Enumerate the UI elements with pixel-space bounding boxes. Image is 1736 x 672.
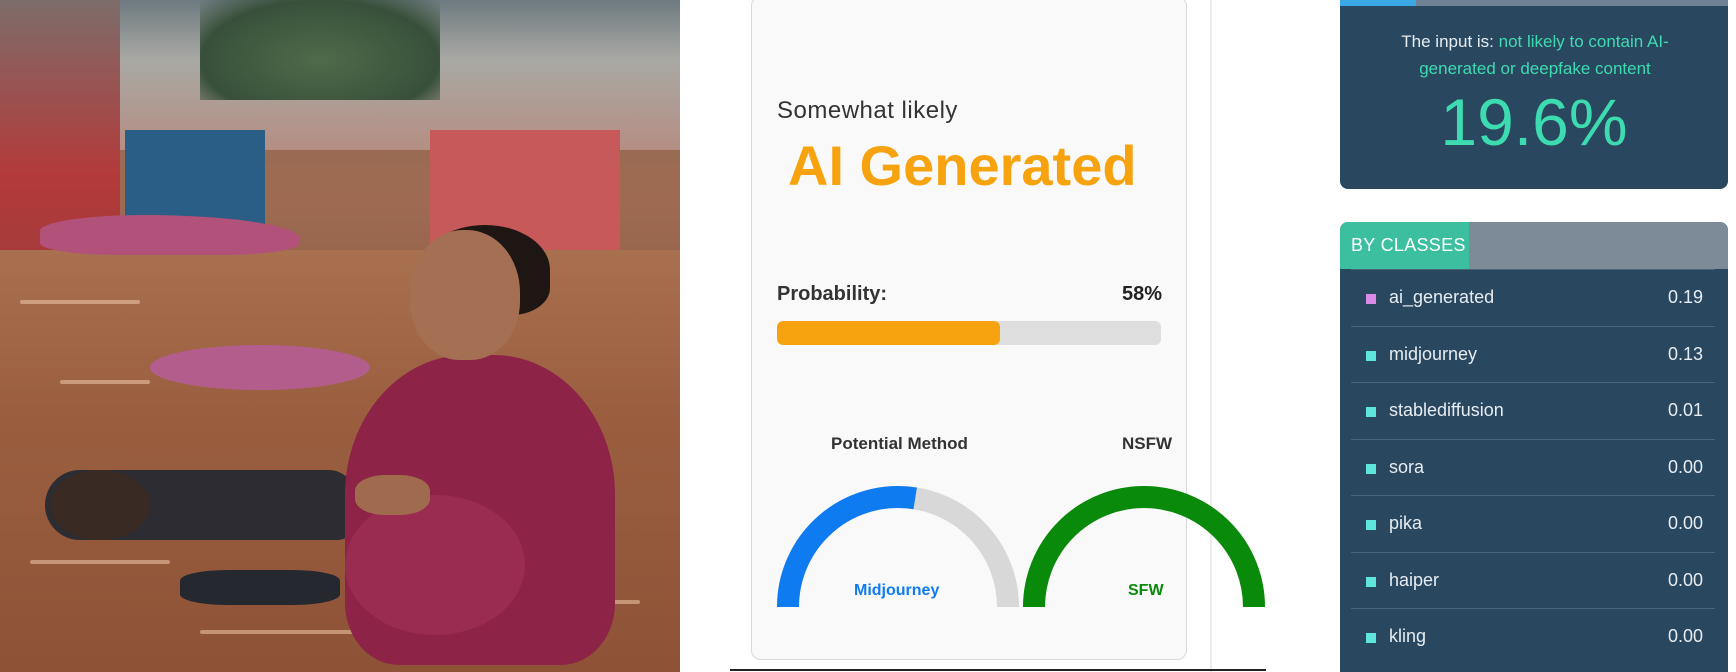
class-name: haiper (1389, 569, 1440, 590)
probability-label: Probability: (777, 283, 888, 305)
class-color-swatch (1366, 350, 1376, 361)
method-gauge-title: Potential Method (831, 434, 968, 453)
class-value: 0.00 (1667, 626, 1703, 646)
class-row: kling 0.00 (1351, 608, 1715, 665)
class-name: midjourney (1389, 343, 1478, 364)
divider (730, 669, 1266, 671)
analyzed-image (0, 0, 680, 672)
class-row: haiper 0.00 (1351, 551, 1715, 609)
summary-progress-track (1340, 0, 1728, 6)
class-row: stablediffusion 0.01 (1351, 382, 1715, 439)
class-value: 0.13 (1667, 343, 1703, 364)
likelihood-label: Somewhat likely (777, 97, 958, 124)
image-ripple (60, 380, 150, 384)
image-woman-hand (355, 475, 430, 515)
image-trees (200, 0, 440, 100)
image-woman-belly (345, 495, 525, 635)
probability-bar (777, 321, 1161, 345)
class-name: ai_generated (1389, 287, 1495, 307)
image-black-bag (180, 570, 340, 605)
nsfw-gauge-title: NSFW (1122, 434, 1173, 453)
class-name: kling (1389, 626, 1427, 646)
class-row: midjourney 0.13 (1351, 325, 1715, 383)
image-woman-face (410, 230, 520, 360)
image-ripple (20, 300, 140, 304)
verdict-title: AI Generated (788, 134, 1137, 197)
class-name: stablediffusion (1389, 400, 1504, 420)
class-value: 0.01 (1667, 400, 1703, 420)
image-floating-person-head (50, 470, 150, 540)
image-red-building (0, 0, 120, 250)
image-ripple (30, 560, 170, 564)
nsfw-gauge-label: SFW (1128, 582, 1164, 599)
result-card: Somewhat likely AI Generated Probability… (751, 0, 1265, 660)
summary-progress-fill (1340, 0, 1417, 6)
class-value: 0.00 (1667, 513, 1703, 533)
probability-value: 58% (1121, 283, 1162, 305)
class-value: 0.00 (1667, 456, 1703, 477)
class-row: pika 0.00 (1351, 495, 1715, 552)
probability-bar-fill (777, 321, 1000, 345)
classes-tab[interactable]: BY CLASSES (1340, 222, 1469, 269)
method-gauge-label: Midjourney (854, 582, 940, 599)
class-row: ai_generated 0.19 (1351, 269, 1715, 326)
summary-percentage: 19.6% (1440, 85, 1628, 159)
class-name: pika (1389, 513, 1423, 533)
class-name: sora (1389, 456, 1425, 477)
class-row: sora 0.00 (1351, 438, 1715, 496)
class-color-swatch (1366, 463, 1376, 474)
class-color-swatch (1366, 520, 1376, 530)
class-value: 0.19 (1667, 287, 1703, 307)
image-floating-cloth (150, 345, 370, 390)
summary-prefix: The input is: (1401, 32, 1494, 51)
summary-panel: The input is: not likely to contain AI-g… (1340, 0, 1728, 189)
class-color-swatch (1366, 633, 1376, 643)
class-color-swatch (1366, 576, 1376, 587)
classes-panel: BY CLASSES ai_generated 0.19 midjourney … (1340, 222, 1728, 672)
class-color-swatch (1366, 407, 1376, 417)
class-value: 0.00 (1667, 569, 1703, 590)
class-color-swatch (1366, 294, 1376, 304)
classes-list: ai_generated 0.19 midjourney 0.13 stable… (1351, 269, 1715, 665)
summary-text: The input is: not likely to contain AI-g… (1380, 28, 1690, 82)
